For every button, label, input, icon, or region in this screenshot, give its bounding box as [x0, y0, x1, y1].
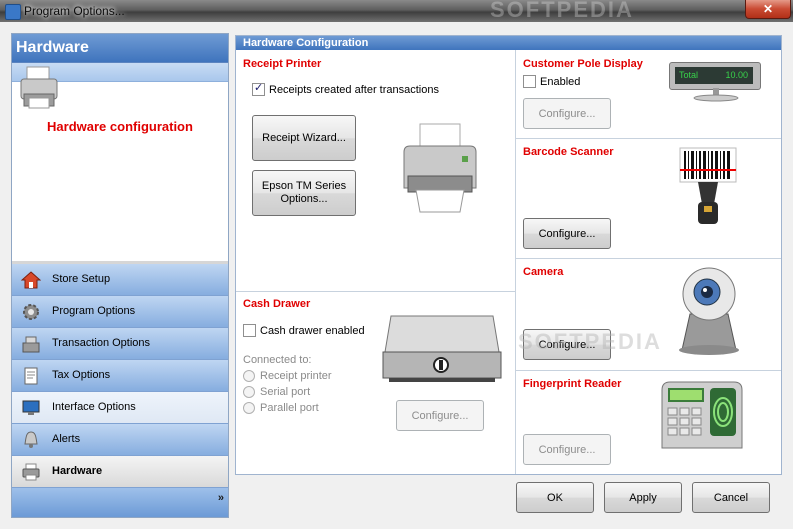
monitor-icon — [22, 400, 40, 415]
receipt-printer-title: Receipt Printer — [243, 58, 322, 70]
radio-label: Receipt printer — [260, 370, 332, 382]
checkbox-label: Receipts created after transactions — [269, 83, 439, 96]
radio-dot[interactable] — [243, 370, 255, 382]
fingerprint-title: Fingerprint Reader — [523, 378, 622, 390]
button-line: Options... — [280, 193, 328, 205]
sidebar-nav: Store Setup Program Options Transaction … — [12, 264, 228, 488]
house-icon — [21, 271, 41, 289]
cash-drawer-image — [382, 315, 502, 382]
barcode-scanner-title: Barcode Scanner — [523, 146, 614, 158]
checkbox-label: Enabled — [540, 75, 581, 88]
radio-label: Serial port — [260, 386, 311, 398]
fingerprint-reader-image — [661, 381, 743, 449]
sidebar-item-label: Alerts — [52, 433, 81, 445]
sidebar-item-label: Hardware — [52, 465, 103, 477]
pole-display-text-left: Total — [679, 70, 699, 80]
sidebar-item-alerts[interactable]: Alerts — [12, 424, 228, 456]
tax-form-icon — [24, 367, 38, 385]
pole-display-enabled-checkbox[interactable]: Enabled — [523, 75, 580, 88]
connected-to-label: Connected to: — [243, 354, 312, 366]
title-bar: Program Options... SOFTPEDIA ✕ — [0, 0, 793, 22]
sidebar-item-label: Tax Options — [52, 369, 111, 381]
sidebar-item-interface-options[interactable]: Interface Options — [12, 392, 228, 424]
dialog-client: Hardware Hardware configuration Store Se… — [0, 22, 793, 529]
radio-label: Parallel port — [260, 402, 319, 414]
sidebar-item-hardware[interactable]: Hardware — [12, 456, 228, 488]
pole-display-screen: Total 10.00 — [675, 67, 753, 84]
cancel-button[interactable]: Cancel — [692, 482, 770, 513]
ok-button[interactable]: OK — [516, 482, 594, 513]
apply-button[interactable]: Apply — [604, 482, 682, 513]
sidebar-item-label: Interface Options — [52, 401, 136, 413]
sidebar: Hardware Hardware configuration Store Se… — [11, 33, 229, 518]
receipt-wizard-button[interactable]: Receipt Wizard... — [252, 115, 356, 161]
fingerprint-configure-button[interactable]: Configure... — [523, 434, 611, 465]
pole-display-title: Customer Pole Display — [523, 58, 643, 70]
sidebar-item-tax-options[interactable]: Tax Options — [12, 360, 228, 392]
sidebar-footer: » — [12, 488, 228, 517]
pole-display-image: Total 10.00 — [669, 62, 761, 90]
cash-drawer-configure-button[interactable]: Configure... — [396, 400, 484, 431]
barcode-scanner-image — [679, 147, 737, 224]
hardware-config-panel: Hardware Configuration Receipt Printer R… — [235, 35, 782, 475]
cash-drawer-title: Cash Drawer — [243, 298, 311, 310]
sidebar-item-label: Transaction Options — [52, 337, 151, 349]
panel-header: Hardware Configuration — [236, 36, 781, 50]
receipt-printer-image — [403, 123, 477, 213]
close-button[interactable]: ✕ — [745, 0, 791, 19]
app-icon — [5, 4, 21, 20]
sidebar-item-label: Program Options — [52, 305, 136, 317]
pole-display-text-right: 10.00 — [725, 70, 748, 80]
button-line: Epson TM Series — [261, 180, 347, 192]
radio-dot[interactable] — [243, 386, 255, 398]
watermark-middle: SOFTPEDIA — [518, 329, 662, 354]
section-divider — [516, 258, 781, 259]
alert-bell-icon — [24, 431, 38, 448]
checkbox-box[interactable] — [252, 81, 265, 96]
window-title: Program Options... — [24, 4, 125, 18]
radio-serial-port[interactable]: Serial port — [243, 386, 310, 398]
sidebar-item-label: Store Setup — [52, 273, 111, 285]
sidebar-item-program-options[interactable]: Program Options — [12, 296, 228, 328]
sidebar-item-store-setup[interactable]: Store Setup — [12, 264, 228, 296]
register-icon — [22, 336, 40, 353]
section-divider — [516, 138, 781, 139]
radio-dot[interactable] — [243, 402, 255, 414]
column-divider — [515, 50, 516, 474]
chevron-double-icon[interactable]: » — [218, 492, 224, 504]
watermark-top: SOFTPEDIA — [490, 0, 634, 22]
section-divider — [236, 291, 515, 292]
receipts-checkbox[interactable]: Receipts created after transactions — [252, 81, 439, 96]
camera-title: Camera — [523, 266, 564, 278]
sidebar-description: Hardware configuration — [47, 119, 193, 134]
checkbox-label: Cash drawer enabled — [260, 324, 365, 337]
radio-parallel-port[interactable]: Parallel port — [243, 402, 319, 414]
webcam-image — [679, 267, 739, 355]
gear-icon — [23, 304, 39, 320]
radio-receipt-printer[interactable]: Receipt printer — [243, 370, 332, 382]
printer-icon — [20, 66, 58, 109]
sidebar-header: Hardware — [12, 34, 228, 63]
pole-display-stand — [693, 88, 739, 102]
epson-options-button[interactable]: Epson TM Series Options... — [252, 170, 356, 216]
checkbox-box[interactable] — [243, 324, 256, 337]
section-divider — [516, 370, 781, 371]
checkbox-box[interactable] — [523, 75, 536, 88]
barcode-configure-button[interactable]: Configure... — [523, 218, 611, 249]
printer-icon — [22, 463, 40, 481]
sidebar-item-transaction-options[interactable]: Transaction Options — [12, 328, 228, 360]
pole-display-configure-button[interactable]: Configure... — [523, 98, 611, 129]
cash-drawer-checkbox[interactable]: Cash drawer enabled — [243, 324, 365, 337]
